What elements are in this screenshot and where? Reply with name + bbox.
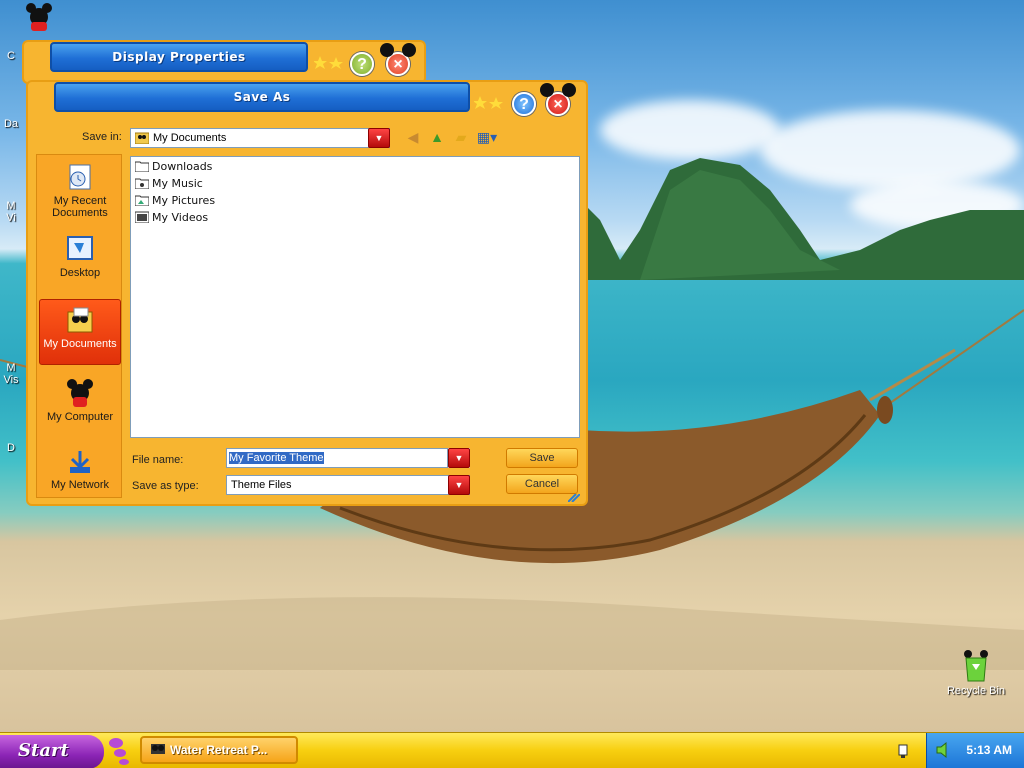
chevron-down-icon[interactable]: ▼ <box>448 475 470 495</box>
recycle-bin-icon <box>964 650 988 682</box>
stars-decoration-icon <box>314 56 343 69</box>
save-as-titlebar[interactable]: Save As <box>54 82 470 112</box>
resize-grip-icon[interactable] <box>568 494 580 502</box>
close-button[interactable]: × <box>540 83 576 116</box>
taskbar-window-button[interactable]: Water Retreat P... <box>140 736 298 764</box>
mickey-icon <box>26 3 52 31</box>
save-in-dropdown[interactable]: My Documents ▼ <box>130 128 390 148</box>
close-icon: × <box>393 56 403 73</box>
place-desktop[interactable]: Desktop <box>39 233 121 283</box>
taskbar: Start Water Retreat P... 5:13 AM <box>0 732 1024 768</box>
folder-icon <box>135 161 149 172</box>
desktop-icon-label: M <box>6 200 16 212</box>
place-my-recent-documents[interactable]: My Recent Documents <box>39 161 121 225</box>
start-label: Start <box>18 740 69 761</box>
file-name-dropdown[interactable]: ▼ <box>448 448 470 468</box>
my-documents-icon <box>67 307 93 333</box>
save-in-value: My Documents <box>153 132 227 144</box>
chevron-down-icon[interactable]: ▼ <box>368 128 390 148</box>
close-button[interactable]: × <box>380 43 416 76</box>
window-title: Display Properties <box>112 50 246 64</box>
desktop-icon-label: Vi <box>6 212 16 224</box>
display-properties-window[interactable]: Display Properties ? × <box>22 40 426 84</box>
save-button[interactable]: Save <box>506 448 578 468</box>
dialog-title: Save As <box>233 90 291 104</box>
file-name-value: My Favorite Theme <box>229 452 324 464</box>
file-name-label: File name: <box>132 454 184 466</box>
stars-decoration-icon <box>474 96 503 109</box>
recycle-bin[interactable]: Recycle Bin <box>938 650 1014 697</box>
system-tray: 5:13 AM <box>926 733 1024 768</box>
file-name-input[interactable]: My Favorite Theme <box>226 448 448 468</box>
clock[interactable]: 5:13 AM <box>966 733 1012 767</box>
list-item[interactable]: Downloads <box>135 159 212 175</box>
save-as-type-value: Theme Files <box>231 479 292 491</box>
desktop-icon-label: D <box>7 442 15 454</box>
desktop-icon-partial[interactable]: M Vis <box>0 362 22 386</box>
desktop-icon-partial[interactable]: M Vi <box>0 200 22 224</box>
desktop-icon-label: M <box>6 362 16 374</box>
place-label: My Computer <box>46 411 114 423</box>
list-item[interactable]: My Music <box>135 176 203 192</box>
places-bar: My Recent Documents Desktop My Documents… <box>36 154 122 498</box>
mickey-desktop-icon[interactable] <box>24 2 54 35</box>
desktop-icon-label: C <box>7 50 15 62</box>
music-folder-icon <box>135 178 149 189</box>
new-folder-icon[interactable]: ▰ <box>452 128 470 146</box>
place-label: My Recent Documents <box>52 195 108 219</box>
taskbar-window-label: Water Retreat P... <box>170 743 268 757</box>
desktop-icon-partial[interactable]: C <box>0 50 22 62</box>
recycle-bin-label: Recycle Bin <box>946 685 1006 697</box>
file-name: My Pictures <box>152 194 216 207</box>
file-name: My Music <box>152 177 203 190</box>
help-button[interactable]: ? <box>512 92 536 116</box>
place-my-network[interactable]: My Network <box>39 445 121 495</box>
desktop-icon <box>67 236 93 260</box>
my-computer-icon <box>67 379 93 407</box>
volume-tray-icon[interactable] <box>935 741 953 759</box>
pictures-folder-icon <box>135 195 149 206</box>
my-documents-small-icon <box>134 132 150 145</box>
close-icon: × <box>553 96 563 113</box>
desktop-icon-partial[interactable]: Da <box>0 118 22 130</box>
cancel-button[interactable]: Cancel <box>506 474 578 494</box>
display-properties-icon <box>151 744 165 754</box>
list-item[interactable]: My Videos <box>135 210 208 226</box>
save-in-label: Save in: <box>82 131 122 143</box>
file-name: My Videos <box>152 211 209 224</box>
file-list[interactable]: Downloads My Music My Pictures My Videos <box>130 156 580 438</box>
views-menu-icon[interactable]: ▦▾ <box>476 128 498 146</box>
desktop-icon-label: Vis <box>3 374 19 386</box>
back-icon[interactable]: ◀ <box>404 128 422 146</box>
place-label: My Network <box>50 479 110 491</box>
save-as-type-label: Save as type: <box>132 480 199 492</box>
save-as-type-dropdown[interactable]: Theme Files ▼ <box>226 475 470 495</box>
display-properties-titlebar[interactable]: Display Properties <box>50 42 308 72</box>
network-tray-icon[interactable] <box>896 743 910 759</box>
list-item[interactable]: My Pictures <box>135 193 215 209</box>
save-as-dialog[interactable]: Save As ? × Save in: My Documents ▼ ◀ ▲ … <box>26 80 588 506</box>
help-icon: ? <box>519 96 529 113</box>
place-my-documents[interactable]: My Documents <box>39 299 121 365</box>
help-button[interactable]: ? <box>350 52 374 76</box>
place-label: My Documents <box>43 338 117 350</box>
place-label: Desktop <box>59 267 101 279</box>
help-icon: ? <box>357 56 367 73</box>
up-folder-icon[interactable]: ▲ <box>428 128 446 146</box>
recent-documents-icon <box>69 164 91 190</box>
decoration-bubbles-icon <box>109 738 129 765</box>
chevron-down-icon[interactable]: ▼ <box>448 448 470 468</box>
place-my-computer[interactable]: My Computer <box>39 377 121 429</box>
desktop-icon-label: Da <box>3 118 19 130</box>
videos-folder-icon <box>135 211 149 223</box>
my-network-icon <box>70 451 90 473</box>
file-name: Downloads <box>152 160 213 173</box>
desktop-icon-partial[interactable]: D <box>0 442 22 454</box>
start-button[interactable]: Start <box>0 735 104 768</box>
